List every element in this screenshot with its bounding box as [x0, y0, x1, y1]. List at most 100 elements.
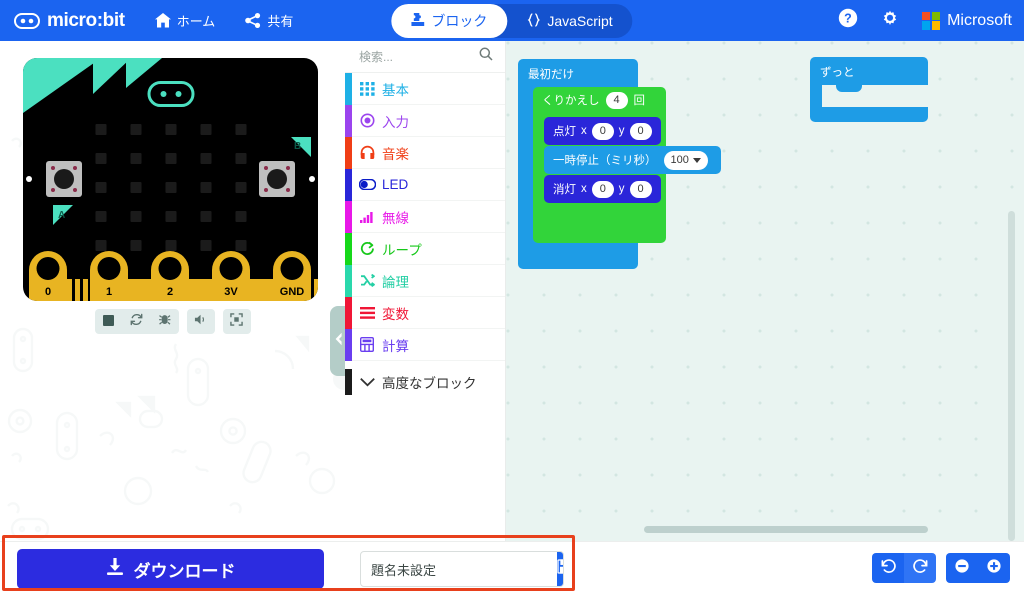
toolbox-category-logic[interactable]: 論理	[345, 264, 505, 297]
toolbox-category-basic[interactable]: 基本	[345, 72, 505, 105]
block-plot-y-field[interactable]: 0	[629, 122, 652, 140]
undo-redo-group	[872, 553, 936, 583]
pin-bar: 0 1 2 3V GND	[23, 251, 318, 301]
blocks-toolbox: 検索... 基本 入力 音楽 LED 無線 ループ 論理 変数 計算 高度なブロ…	[345, 41, 506, 541]
toolbox-category-input[interactable]: 入力	[345, 104, 505, 137]
question-circle-icon[interactable]: ?	[838, 8, 858, 33]
restart-button[interactable]	[123, 309, 151, 334]
undo-arrow-icon	[881, 558, 896, 578]
block-forever-slot[interactable]	[822, 85, 928, 107]
toolbox-category-loops[interactable]: ループ	[345, 232, 505, 265]
block-unplot[interactable]: 消灯 x 0 y 0	[544, 175, 661, 203]
block-forever-label: ずっと	[820, 67, 855, 79]
block-plot[interactable]: 点灯 x 0 y 0	[544, 117, 661, 145]
zoom-out-button[interactable]	[946, 553, 978, 583]
gear-icon[interactable]	[880, 8, 900, 33]
block-repeat-header: くりかえし 4 回	[533, 87, 666, 113]
download-button[interactable]: ダウンロード	[17, 549, 324, 589]
block-repeat-count-field[interactable]: 4	[605, 91, 628, 109]
project-name-field[interactable]	[360, 551, 564, 587]
block-plot-label: 点灯	[553, 126, 576, 138]
button-b[interactable]	[259, 161, 295, 197]
toolbox-category-list: 基本 入力 音楽 LED 無線 ループ 論理 変数 計算 高度なブロック	[345, 72, 505, 399]
redo-button[interactable]	[904, 553, 936, 583]
toolbox-category-math[interactable]: 計算	[345, 328, 505, 361]
stop-button[interactable]	[95, 309, 123, 334]
toggle-icon	[352, 179, 382, 190]
block-on-start-label: 最初だけ	[528, 69, 574, 81]
microsoft-logo-icon	[922, 11, 941, 30]
workspace-horizontal-scrollbar[interactable]	[644, 526, 928, 533]
download-icon	[106, 557, 124, 581]
toolbox-category-led[interactable]: LED	[345, 168, 505, 201]
category-color-bar	[345, 72, 352, 105]
category-loops-label: ループ	[382, 242, 422, 258]
button-a-label: A	[58, 210, 66, 221]
search-icon[interactable]	[479, 47, 493, 66]
zoom-in-button[interactable]	[978, 553, 1010, 583]
tab-javascript[interactable]: JavaScript	[507, 4, 632, 38]
bottom-bar: ダウンロード	[0, 541, 1024, 593]
block-pause-value-dropdown[interactable]: 100	[663, 150, 708, 170]
speaker-icon	[194, 313, 208, 331]
save-button[interactable]	[557, 552, 563, 586]
workspace-vertical-scrollbar[interactable]	[1008, 211, 1015, 541]
headphones-icon	[352, 145, 382, 160]
category-basic-label: 基本	[382, 82, 409, 98]
toolbox-category-variables[interactable]: 変数	[345, 296, 505, 329]
fullscreen-button[interactable]	[223, 309, 251, 334]
block-forever[interactable]: ずっと	[810, 57, 928, 122]
toolbox-category-music[interactable]: 音楽	[345, 136, 505, 169]
undo-button[interactable]	[872, 553, 904, 583]
pin-1[interactable]: 1	[90, 251, 128, 301]
brand[interactable]: micro:bit	[14, 10, 125, 32]
category-color-bar	[345, 136, 352, 169]
block-repeat-suffix: 回	[633, 95, 646, 107]
home-icon	[154, 13, 171, 28]
tab-blocks-label: ブロック	[431, 13, 488, 29]
tab-blocks[interactable]: ブロック	[391, 4, 508, 38]
pin-gnd[interactable]: GND	[273, 251, 311, 301]
toolbox-category-radio[interactable]: 無線	[345, 200, 505, 233]
header-item-share-label: 共有	[267, 14, 294, 29]
microsoft-logo[interactable]: Microsoft	[922, 11, 1012, 30]
chevron-down-icon	[352, 377, 382, 387]
blocks-workspace[interactable]: 最初だけ くりかえし 4 回 点灯 x 0 y 0 一時停止（ミリ秒） 100	[506, 41, 1024, 541]
block-pause[interactable]: 一時停止（ミリ秒） 100	[544, 146, 721, 174]
project-name-input[interactable]	[361, 552, 557, 586]
block-unplot-y-field[interactable]: 0	[629, 180, 652, 198]
mute-button[interactable]	[187, 309, 215, 334]
category-math-label: 計算	[382, 338, 409, 354]
redo-arrow-icon	[912, 558, 928, 578]
debug-button[interactable]	[151, 309, 179, 334]
expand-icon	[230, 312, 243, 331]
pin-0-label: 0	[44, 286, 52, 298]
pin-2-label: 2	[166, 286, 174, 298]
curly-braces-icon	[527, 12, 540, 30]
edge-dot-left	[26, 176, 32, 182]
microbit-board[interactable]: A B 0 1 2 3V GND	[23, 58, 318, 301]
toolbox-search[interactable]: 検索...	[345, 41, 505, 73]
block-plot-x-field[interactable]: 0	[591, 122, 614, 140]
toolbox-category-advanced[interactable]: 高度なブロック	[345, 365, 505, 399]
simulator-view-group	[222, 309, 251, 334]
header-item-share[interactable]: 共有	[245, 11, 293, 30]
calculator-icon	[352, 337, 382, 352]
pin-2[interactable]: 2	[151, 251, 189, 301]
collapse-simulator-button[interactable]	[330, 306, 345, 376]
share-icon	[245, 13, 261, 28]
led-matrix[interactable]	[95, 124, 246, 251]
block-pause-value: 100	[670, 154, 689, 166]
block-plot-y-label: y	[618, 125, 625, 137]
category-led-label: LED	[382, 177, 409, 192]
header-item-home[interactable]: ホーム	[154, 11, 215, 30]
refresh-icon	[130, 313, 143, 331]
category-color-bar	[345, 296, 352, 329]
header-left-group: micro:bit ホーム 共有	[0, 10, 293, 32]
brand-label: micro:bit	[47, 9, 125, 31]
pin-0[interactable]: 0	[29, 251, 67, 301]
pin-3v[interactable]: 3V	[212, 251, 250, 301]
block-unplot-x-field[interactable]: 0	[591, 180, 614, 198]
target-dot-icon	[352, 113, 382, 128]
button-a[interactable]	[46, 161, 82, 197]
